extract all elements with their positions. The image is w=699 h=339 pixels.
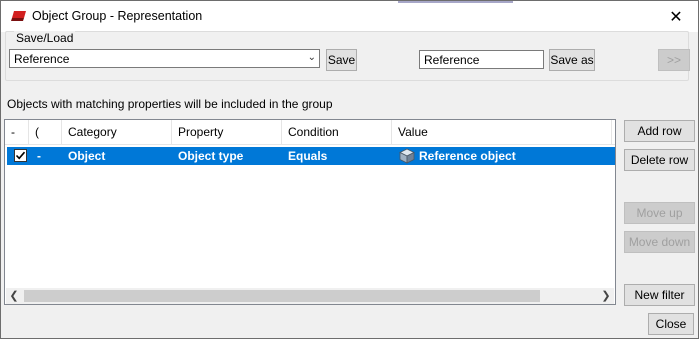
combo-selected-value: Reference bbox=[14, 52, 70, 66]
saveload-legend: Save/Load bbox=[14, 31, 76, 45]
column-header-value[interactable]: Value bbox=[392, 120, 612, 144]
checkmark-icon bbox=[15, 151, 26, 160]
more-button[interactable]: >> bbox=[658, 49, 690, 71]
save-as-button[interactable]: Save as bbox=[549, 49, 595, 71]
save-button[interactable]: Save bbox=[326, 49, 357, 71]
table-row[interactable]: - Object Object type Equals Reference ob… bbox=[7, 147, 615, 165]
column-header-category[interactable]: Category bbox=[62, 120, 172, 144]
filter-hint: Objects with matching properties will be… bbox=[7, 97, 333, 111]
column-header-property[interactable]: Property bbox=[172, 120, 282, 144]
scroll-right-icon[interactable]: ❯ bbox=[598, 288, 614, 304]
filter-table: - ( Category Property Condition Value - … bbox=[4, 119, 616, 305]
table-header: - ( Category Property Condition Value bbox=[5, 120, 615, 145]
close-button[interactable]: Close bbox=[648, 313, 694, 335]
chevron-down-icon: ⌄ bbox=[307, 52, 316, 63]
close-window-icon[interactable]: ✕ bbox=[654, 1, 698, 32]
horizontal-scrollbar[interactable]: ❮ ❯ bbox=[6, 288, 614, 304]
cube-icon bbox=[399, 148, 415, 164]
add-row-button[interactable]: Add row bbox=[624, 120, 695, 142]
row-checkbox[interactable] bbox=[14, 149, 27, 162]
column-header-dash[interactable]: - bbox=[5, 120, 29, 144]
move-up-button[interactable]: Move up bbox=[624, 202, 695, 224]
delete-row-button[interactable]: Delete row bbox=[624, 149, 695, 171]
save-name-value: Reference bbox=[424, 53, 480, 67]
app-icon bbox=[11, 11, 26, 21]
row-category[interactable]: Object bbox=[68, 147, 105, 165]
scroll-left-icon[interactable]: ❮ bbox=[6, 288, 22, 304]
row-property[interactable]: Object type bbox=[178, 147, 243, 165]
saved-groups-combo[interactable]: Reference ⌄ bbox=[9, 49, 320, 68]
new-filter-button[interactable]: New filter bbox=[624, 284, 695, 306]
move-down-button[interactable]: Move down bbox=[624, 231, 695, 253]
row-condition[interactable]: Equals bbox=[288, 147, 327, 165]
scroll-thumb[interactable] bbox=[24, 290, 540, 302]
row-value[interactable]: Reference object bbox=[419, 147, 516, 165]
column-header-paren[interactable]: ( bbox=[29, 120, 62, 144]
window-title: Object Group - Representation bbox=[32, 9, 203, 23]
column-header-condition[interactable]: Condition bbox=[282, 120, 392, 144]
title-accent-line bbox=[398, 1, 513, 3]
row-paren: - bbox=[37, 149, 41, 163]
title-bar: Object Group - Representation ✕ bbox=[1, 1, 698, 32]
save-name-field[interactable]: Reference bbox=[419, 50, 544, 69]
